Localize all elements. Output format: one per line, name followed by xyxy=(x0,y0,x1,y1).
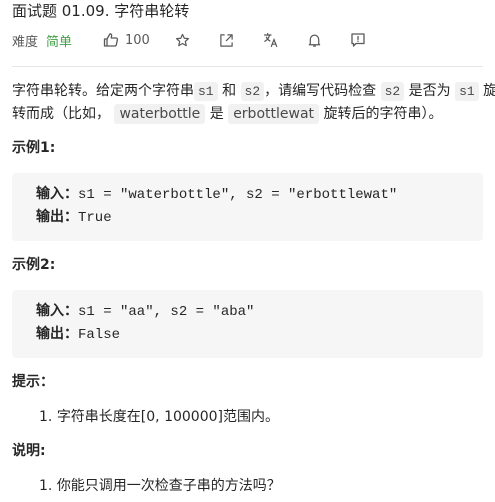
share-icon xyxy=(220,33,233,47)
description-text: 是否为 xyxy=(408,83,451,99)
description-text: 和 xyxy=(222,83,237,99)
output-label: 输出 xyxy=(36,326,64,342)
input-label: 输入 xyxy=(36,303,64,319)
hints-heading: 提示： xyxy=(12,374,54,390)
example2-code-block: 输入：s1 = "aa", s2 = "aba" 输出：False xyxy=(12,290,483,358)
example2-input-value: s1 = "aa", s2 = "aba" xyxy=(78,304,255,320)
notes-heading: 说明: xyxy=(12,443,46,459)
example2-output-value: False xyxy=(78,327,121,343)
example2-heading: 示例2: xyxy=(12,257,56,273)
list-marker: 1. xyxy=(39,478,57,494)
example2-input-line: 输入：s1 = "aa", s2 = "aba" xyxy=(36,302,254,321)
like-count: 100 xyxy=(125,32,150,48)
problem-actions: 100 xyxy=(0,30,495,50)
inline-code-s2: s2 xyxy=(240,82,265,101)
hint-list-item: 1. 字符串长度在[0, 100000]范围内。 xyxy=(39,408,279,426)
example1-input-line: 输入：s1 = "waterbottle", s2 = "erbottlewat… xyxy=(36,185,397,204)
like-button[interactable]: 100 xyxy=(103,30,150,50)
example1-input-value: s1 = "waterbottle", s2 = "erbottlewat" xyxy=(78,187,398,203)
inline-code-example-a: waterbottle xyxy=(114,104,206,124)
translate-icon xyxy=(263,32,278,48)
list-marker: 1. xyxy=(39,409,57,425)
label-colon: ： xyxy=(64,303,78,319)
description-text: 是 xyxy=(209,106,224,122)
example2-output-line: 输出：False xyxy=(36,325,120,344)
problem-description: 字符串轮转。给定两个字符串 s1 和 s2 ，请编写代码检查 s2 是否为 s1 旋… xyxy=(12,80,495,126)
description-text: 旋 xyxy=(483,83,495,99)
note-text: 你能只调用一次检查子串的方法吗？ xyxy=(56,478,281,494)
label-colon: ： xyxy=(64,326,78,342)
bell-icon xyxy=(308,34,321,47)
example1-heading: 示例1: xyxy=(12,140,56,156)
inline-code-example-b: erbottlewat xyxy=(228,104,320,124)
favorite-button[interactable] xyxy=(175,30,190,50)
feedback-button[interactable] xyxy=(350,30,366,50)
hint-text: 字符串长度在[0, 100000]范围内。 xyxy=(56,409,279,425)
description-text: 转而成（比如， xyxy=(12,106,110,122)
share-button[interactable] xyxy=(219,30,234,50)
thumbs-up-icon xyxy=(103,33,119,47)
inline-code-s2: s2 xyxy=(380,82,405,101)
notify-button[interactable] xyxy=(307,30,322,50)
label-colon: ： xyxy=(64,209,78,225)
description-text: 字符串轮转。给定两个字符串 xyxy=(12,83,194,99)
description-text: ，请编写代码检查 xyxy=(264,83,377,99)
star-icon xyxy=(175,33,190,46)
example1-code-block: 输入：s1 = "waterbottle", s2 = "erbottlewat… xyxy=(12,173,483,241)
output-label: 输出 xyxy=(36,209,64,225)
problem-title: 面试题 01.09. 字符串轮转 xyxy=(12,2,190,20)
note-list-item: 1. 你能只调用一次检查子串的方法吗？ xyxy=(39,477,281,495)
header-divider xyxy=(12,66,483,67)
description-text: 旋转后的字符串）。 xyxy=(323,106,443,122)
translate-button[interactable] xyxy=(263,30,279,50)
inline-code-s1: s1 xyxy=(455,82,479,101)
input-label: 输入 xyxy=(36,186,64,202)
inline-code-s1: s1 xyxy=(194,82,218,101)
example1-output-value: True xyxy=(78,210,112,226)
message-alert-icon xyxy=(351,33,365,47)
example1-output-line: 输出：True xyxy=(36,208,112,227)
label-colon: ： xyxy=(64,186,78,202)
